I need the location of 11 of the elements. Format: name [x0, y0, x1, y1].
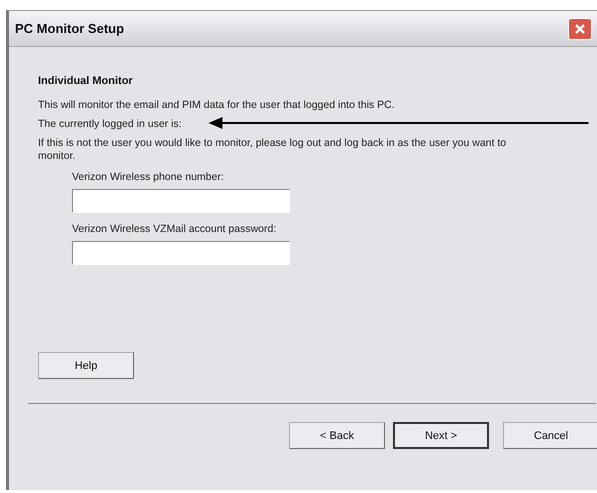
- description-text: This will monitor the email and PIM data for the user that logged into this PC.: [38, 99, 395, 112]
- field-label: Verizon Wireless phone number:: [72, 171, 224, 183]
- window-title: PC Monitor Setup: [14, 21, 124, 36]
- wizard-button[interactable]: < Back: [289, 422, 385, 449]
- field-label: Verizon Wireless VZMail account password:: [72, 223, 276, 235]
- wizard-button[interactable]: Cancel: [503, 422, 597, 449]
- section-heading: Individual Monitor: [38, 75, 134, 87]
- description-text: The currently logged in user is:: [38, 118, 182, 131]
- wizard-button[interactable]: Next >: [393, 422, 489, 449]
- description-text: If this is not the user you would like to monitor, please log out and log back in as the user you want to monitor.: [38, 137, 508, 163]
- help-button[interactable]: Help: [38, 352, 134, 379]
